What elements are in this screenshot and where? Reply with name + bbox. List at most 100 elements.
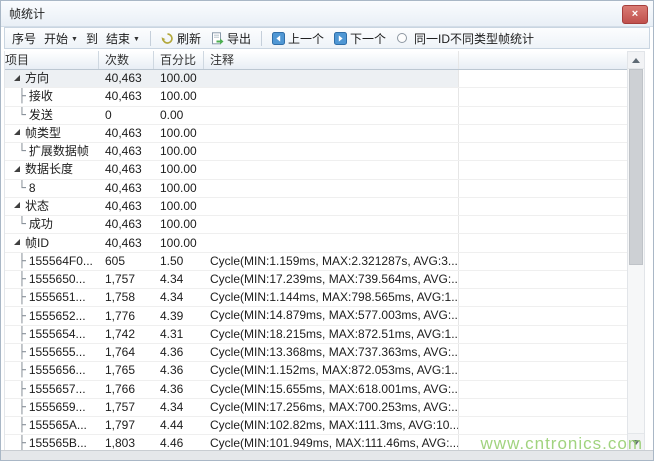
- chevron-down-icon: ▼: [133, 36, 140, 43]
- table-row[interactable]: ├ 1555655... 1,764 4.36 Cycle(MIN:13.368…: [5, 344, 627, 362]
- percent-cell: 100.00: [154, 235, 204, 252]
- note-cell: [204, 180, 459, 197]
- percent-cell: 4.34: [154, 271, 204, 288]
- next-button[interactable]: 下一个: [331, 29, 389, 48]
- column-header-percent[interactable]: 百分比: [154, 51, 204, 69]
- table-row[interactable]: ├ 1555659... 1,757 4.34 Cycle(MIN:17.256…: [5, 399, 627, 417]
- start-dropdown-label: 开始: [44, 30, 68, 47]
- table-row[interactable]: ├ 1555651... 1,758 4.34 Cycle(MIN:1.144m…: [5, 289, 627, 307]
- item-cell: ├ 1555659...: [5, 399, 99, 416]
- end-dropdown-label: 结束: [106, 30, 130, 47]
- count-cell: 1,757: [99, 271, 154, 288]
- note-cell: [204, 161, 459, 178]
- item-cell: └ 扩展数据帧: [5, 143, 99, 160]
- to-label: 到: [86, 30, 98, 47]
- table-row[interactable]: ├ 1555654... 1,742 4.31 Cycle(MIN:18.215…: [5, 326, 627, 344]
- table-row[interactable]: ├ 155565A... 1,797 4.44 Cycle(MIN:102.82…: [5, 417, 627, 435]
- tree-expand-icon[interactable]: [14, 202, 20, 208]
- close-button[interactable]: ×: [622, 5, 648, 24]
- tree-expand-icon[interactable]: [14, 166, 20, 172]
- item-label: 帧ID: [25, 235, 49, 252]
- percent-cell: 100.00: [154, 198, 204, 215]
- tree-expand-icon[interactable]: [14, 129, 20, 135]
- count-cell: 40,463: [99, 143, 154, 160]
- item-label: 1555652...: [29, 308, 86, 325]
- count-cell: 40,463: [99, 235, 154, 252]
- column-header-filler: [459, 51, 627, 69]
- item-cell: 帧ID: [5, 235, 99, 252]
- table-row[interactable]: 帧ID 40,463 100.00: [5, 234, 627, 252]
- table-row[interactable]: 数据长度 40,463 100.00: [5, 161, 627, 179]
- note-cell: Cycle(MIN:1.159ms, MAX:2.321287s, AVG:3.…: [204, 253, 459, 270]
- table-row[interactable]: ├ 155565B... 1,803 4.46 Cycle(MIN:101.94…: [5, 435, 627, 451]
- table-header: 项目 次数 百分比 注释: [5, 51, 627, 70]
- item-label: 扩展数据帧: [29, 143, 89, 160]
- percent-cell: 4.39: [154, 308, 204, 325]
- column-header-note[interactable]: 注释: [204, 51, 459, 69]
- scroll-down-button[interactable]: [628, 433, 644, 450]
- vertical-scrollbar[interactable]: [627, 51, 645, 451]
- item-cell: └ 发送: [5, 107, 99, 124]
- count-cell: 1,765: [99, 362, 154, 379]
- table-row[interactable]: 帧类型 40,463 100.00: [5, 125, 627, 143]
- item-label: 1555656...: [29, 362, 86, 379]
- item-cell: 数据长度: [5, 161, 99, 178]
- next-label: 下一个: [350, 30, 386, 47]
- count-cell: 1,764: [99, 344, 154, 361]
- tree-connector-icon: ├: [18, 435, 26, 451]
- item-label: 155565B...: [29, 435, 87, 451]
- table-row[interactable]: ├ 1555656... 1,765 4.36 Cycle(MIN:1.152m…: [5, 362, 627, 380]
- note-cell: [204, 216, 459, 233]
- column-header-item[interactable]: 项目: [5, 51, 99, 69]
- count-cell: 1,776: [99, 308, 154, 325]
- tree-expand-icon[interactable]: [14, 239, 20, 245]
- same-id-radio-label: 同一ID不同类型帧统计: [414, 30, 534, 47]
- export-button[interactable]: 导出: [208, 29, 254, 48]
- tree-connector-icon: ├: [18, 344, 26, 361]
- count-cell: 1,757: [99, 399, 154, 416]
- previous-label: 上一个: [288, 30, 324, 47]
- table-row[interactable]: 状态 40,463 100.00: [5, 198, 627, 216]
- table-row[interactable]: ├ 1555652... 1,776 4.39 Cycle(MIN:14.879…: [5, 307, 627, 325]
- note-cell: Cycle(MIN:17.239ms, MAX:739.564ms, AVG:.…: [204, 271, 459, 288]
- column-header-count[interactable]: 次数: [99, 51, 154, 69]
- percent-cell: 4.36: [154, 344, 204, 361]
- scroll-up-button[interactable]: [628, 52, 644, 69]
- table-row[interactable]: └ 成功 40,463 100.00: [5, 216, 627, 234]
- end-dropdown[interactable]: 结束 ▼: [103, 29, 143, 48]
- percent-cell: 100.00: [154, 216, 204, 233]
- previous-button[interactable]: 上一个: [269, 29, 327, 48]
- start-dropdown[interactable]: 开始 ▼: [41, 29, 81, 48]
- item-label: 1555659...: [29, 399, 86, 416]
- count-cell: 40,463: [99, 70, 154, 87]
- item-cell: 方向: [5, 70, 99, 87]
- table-row[interactable]: └ 8 40,463 100.00: [5, 180, 627, 198]
- chevron-down-icon: ▼: [71, 36, 78, 43]
- tree-connector-icon: ├: [18, 289, 26, 306]
- same-id-radio[interactable]: [397, 33, 407, 43]
- tree-expand-icon[interactable]: [14, 75, 20, 81]
- count-cell: 40,463: [99, 161, 154, 178]
- table-row[interactable]: ├ 1555657... 1,766 4.36 Cycle(MIN:15.655…: [5, 381, 627, 399]
- note-cell: Cycle(MIN:102.82ms, MAX:111.3ms, AVG:10.…: [204, 417, 459, 434]
- percent-cell: 100.00: [154, 70, 204, 87]
- count-cell: 0: [99, 107, 154, 124]
- export-icon: [211, 32, 224, 45]
- tree-connector-icon: ├: [18, 417, 26, 434]
- percent-cell: 100.00: [154, 161, 204, 178]
- table-row[interactable]: └ 扩展数据帧 40,463 100.00: [5, 143, 627, 161]
- note-cell: [204, 88, 459, 105]
- note-cell: Cycle(MIN:15.655ms, MAX:618.001ms, AVG:.…: [204, 381, 459, 398]
- scrollbar-thumb[interactable]: [629, 69, 643, 265]
- item-label: 155565A...: [29, 417, 87, 434]
- table-row[interactable]: ├ 155564F0... 605 1.50 Cycle(MIN:1.159ms…: [5, 253, 627, 271]
- table-row[interactable]: ├ 接收 40,463 100.00: [5, 88, 627, 106]
- tree-connector-icon: ├: [18, 88, 26, 105]
- item-cell: └ 8: [5, 180, 99, 197]
- table-row[interactable]: ├ 1555650... 1,757 4.34 Cycle(MIN:17.239…: [5, 271, 627, 289]
- table-row[interactable]: └ 发送 0 0.00: [5, 107, 627, 125]
- percent-cell: 100.00: [154, 180, 204, 197]
- refresh-button[interactable]: 刷新: [158, 29, 204, 48]
- table-row[interactable]: 方向 40,463 100.00: [5, 70, 627, 88]
- note-cell: Cycle(MIN:1.144ms, MAX:798.565ms, AVG:1.…: [204, 289, 459, 306]
